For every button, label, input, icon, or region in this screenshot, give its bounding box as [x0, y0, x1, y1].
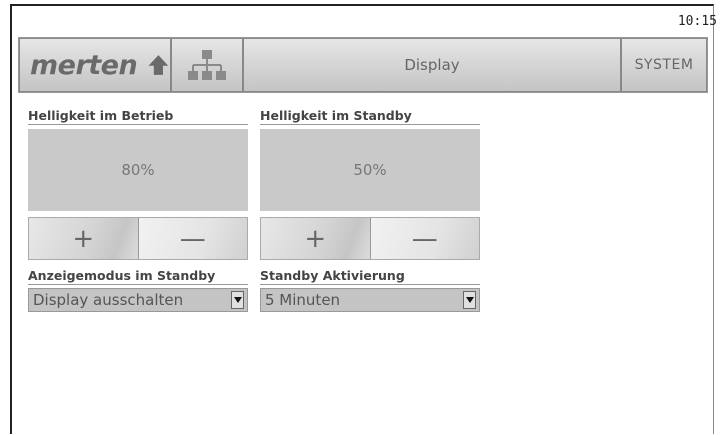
- standby-mode-group: Anzeigemodus im Standby Display ausschal…: [28, 267, 248, 312]
- menu-tree-button[interactable]: [171, 38, 243, 92]
- brightness-standby-label: Helligkeit im Standby: [260, 107, 480, 125]
- brightness-standby-value: 50%: [260, 129, 480, 211]
- standby-mode-select[interactable]: Display ausschalten: [28, 288, 248, 312]
- standby-activation-group: Standby Aktivierung 5 Minuten: [260, 267, 480, 312]
- menu-tree-icon: [188, 50, 226, 80]
- standby-mode-label: Anzeigemodus im Standby: [28, 267, 248, 285]
- home-button[interactable]: merten: [19, 38, 171, 92]
- clock: 10:15: [677, 14, 717, 29]
- chevron-down-icon[interactable]: [231, 291, 244, 309]
- chevron-down-icon[interactable]: [463, 291, 476, 309]
- standby-activation-select[interactable]: 5 Minuten: [260, 288, 480, 312]
- brightness-operation-label: Helligkeit im Betrieb: [28, 107, 248, 125]
- home-icon: [148, 55, 169, 75]
- top-navigation-bar: merten Display SYSTEM: [18, 37, 708, 93]
- page-title: Display: [243, 38, 621, 92]
- system-button[interactable]: SYSTEM: [621, 38, 707, 92]
- brightness-operation-increase-button[interactable]: +: [29, 218, 139, 259]
- standby-activation-label: Standby Aktivierung: [260, 267, 480, 285]
- standby-activation-selected-value: 5 Minuten: [265, 291, 341, 309]
- merten-logo: merten: [30, 49, 138, 81]
- brightness-standby-increase-button[interactable]: +: [261, 218, 371, 259]
- standby-mode-selected-value: Display ausschalten: [33, 291, 184, 309]
- brightness-operation-group: Helligkeit im Betrieb 80% + —: [28, 107, 248, 260]
- brightness-operation-value: 80%: [28, 129, 248, 211]
- brightness-standby-group: Helligkeit im Standby 50% + —: [260, 107, 480, 260]
- brightness-standby-controls: + —: [260, 217, 480, 260]
- brightness-operation-decrease-button[interactable]: —: [138, 218, 247, 259]
- brightness-standby-decrease-button[interactable]: —: [370, 218, 479, 259]
- brightness-operation-controls: + —: [28, 217, 248, 260]
